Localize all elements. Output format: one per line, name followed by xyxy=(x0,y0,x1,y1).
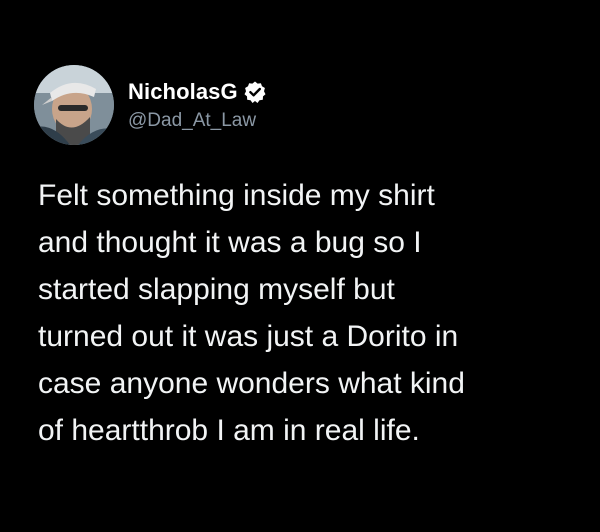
name-row: NicholasG xyxy=(128,78,267,106)
display-name[interactable]: NicholasG xyxy=(128,79,238,105)
tweet-identity: NicholasG @Dad_At_Law xyxy=(128,78,267,132)
avatar-photo xyxy=(34,65,114,145)
tweet-header: NicholasG @Dad_At_Law xyxy=(34,64,267,146)
user-handle[interactable]: @Dad_At_Law xyxy=(128,110,267,132)
avatar[interactable] xyxy=(34,65,114,145)
verified-badge-icon xyxy=(243,80,267,104)
tweet-card: NicholasG @Dad_At_Law Felt something ins… xyxy=(0,0,600,532)
tweet-text: Felt something inside my shirt and thoug… xyxy=(38,179,465,447)
